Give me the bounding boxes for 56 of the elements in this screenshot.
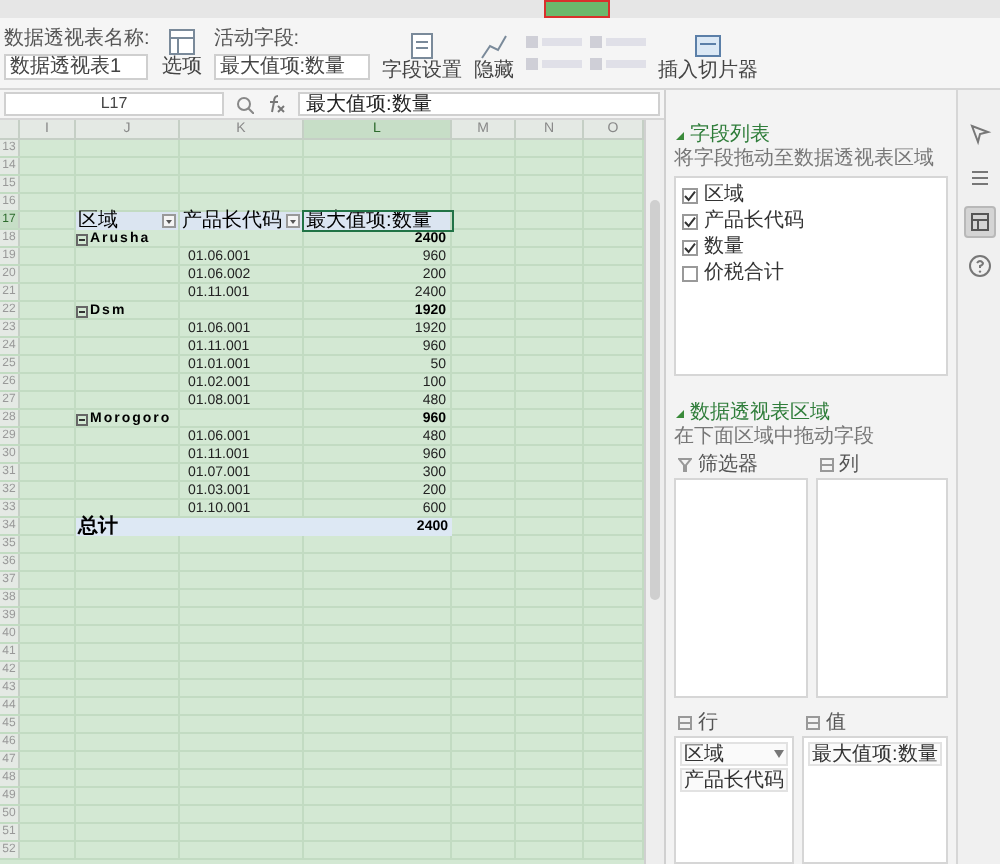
field-name: 价税合计 <box>704 262 784 286</box>
area-label: 筛选器 <box>698 453 758 477</box>
field-settings-button[interactable]: 字段设置 <box>381 18 462 88</box>
pivot-table-icon <box>965 208 993 236</box>
cursor-icon <box>965 120 993 148</box>
help-tab[interactable] <box>963 250 995 282</box>
checkbox[interactable] <box>682 188 698 204</box>
caret-icon <box>774 750 784 758</box>
disabled-tool-icon <box>525 58 582 70</box>
disabled-tool-icon <box>589 36 646 48</box>
slicer-icon <box>693 32 722 60</box>
field-chip[interactable]: 最大值项:数量 <box>808 742 942 766</box>
grand-total-label: 总计 <box>78 518 118 536</box>
dropdown-icon <box>286 214 300 228</box>
disabled-tool-icon <box>525 36 582 48</box>
header-cell: 产品长代码 <box>182 212 282 230</box>
zoom-icon <box>236 95 254 113</box>
area-label: 列 <box>839 453 859 477</box>
function-icon <box>266 94 286 114</box>
grid-icon <box>819 458 833 472</box>
highlighted-tab[interactable] <box>544 0 610 18</box>
vertical-scrollbar[interactable] <box>644 120 664 864</box>
area-label: 值 <box>826 711 846 735</box>
table-icon <box>167 28 196 56</box>
header-cell: 区域 <box>78 212 118 230</box>
field-name: 数量 <box>704 236 744 260</box>
grid-icon <box>678 716 692 730</box>
options-button[interactable]: 选项 <box>161 18 202 88</box>
area-label: 行 <box>698 711 718 735</box>
field-label: 活动字段: <box>213 27 302 49</box>
filter-icon <box>678 458 692 472</box>
field-name: 区域 <box>704 184 744 208</box>
formula-field[interactable]: 最大值项:数量 <box>298 92 660 116</box>
active-field[interactable]: 最大值项:数量 <box>213 53 370 79</box>
name-box[interactable]: L17 <box>4 92 224 116</box>
hint-text: 在下面区域中拖动字段 <box>674 426 876 450</box>
hide-button[interactable]: 隐藏 <box>473 18 514 88</box>
grid-icon <box>806 716 820 730</box>
pivot-table-tab[interactable] <box>963 206 995 238</box>
section-title[interactable]: 数据透视表区域 <box>690 401 830 425</box>
field-chip[interactable]: 区域 <box>680 742 788 766</box>
help-icon <box>965 252 993 280</box>
insert-slicer-button[interactable]: 插入切片器 <box>657 18 758 88</box>
chart-icon <box>479 32 508 60</box>
checkbox[interactable] <box>682 266 698 282</box>
field-chip[interactable]: 产品长代码 <box>680 768 788 792</box>
field-name: 产品长代码 <box>704 210 804 234</box>
name-field[interactable]: 数据透视表1 <box>4 53 148 79</box>
hint-text: 将字段拖动至数据透视表区域 <box>674 148 936 172</box>
checkbox[interactable] <box>682 240 698 256</box>
dropdown-icon <box>162 214 176 228</box>
section-title[interactable]: 字段列表 <box>690 123 770 147</box>
checkbox[interactable] <box>682 214 698 230</box>
disabled-tool-icon <box>589 58 646 70</box>
field-label: 数据透视表名称: <box>4 27 150 49</box>
list-icon <box>407 32 436 60</box>
